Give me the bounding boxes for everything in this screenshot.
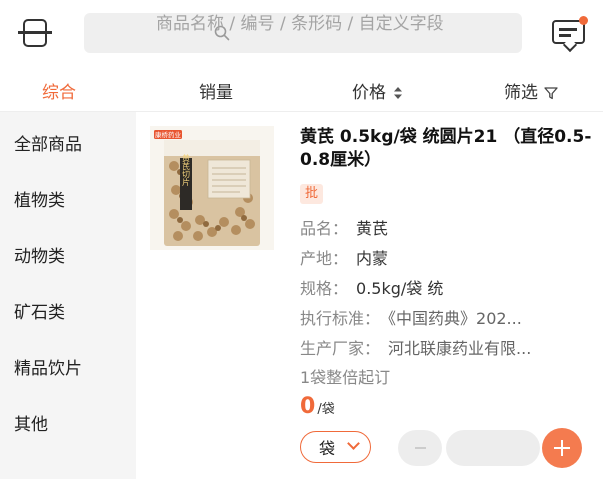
category-premium-slices[interactable]: 精品饮片	[14, 354, 82, 379]
product-price: 0/袋	[300, 394, 335, 419]
attr-spec: 规格： 0.5kg/袋 统	[300, 275, 443, 299]
image-brand-text: 康桥药业	[155, 130, 182, 139]
sort-arrows-icon	[394, 87, 403, 99]
chevron-down-icon	[347, 437, 360, 450]
product-card[interactable]: 康桥药业 黄芪切片 黄芪 0.5kg/袋 统圆片21 （直径0.5-0.8厘米）…	[136, 112, 603, 479]
tab-comprehensive[interactable]: 综合	[42, 78, 76, 103]
tab-filter-label: 筛选	[504, 83, 538, 103]
sort-bar: 综合 销量 价格 筛选	[0, 66, 603, 112]
min-order-note: 1袋整倍起订	[300, 368, 391, 387]
attr-label: 品名：	[300, 219, 349, 238]
tab-filter[interactable]: 筛选	[504, 78, 559, 103]
product-bag-illustration: 康桥药业 黄芪切片	[150, 126, 274, 250]
message-icon[interactable]	[550, 14, 590, 50]
notification-dot	[579, 16, 588, 25]
attr-standard: 执行标准： 《中国药典》202...	[300, 305, 522, 329]
plus-icon[interactable]	[542, 428, 582, 468]
tab-price-label: 价格	[352, 83, 386, 103]
attr-value: 河北联康药业有限...	[388, 339, 532, 358]
price-unit: /袋	[317, 402, 335, 417]
attr-origin: 产地： 内蒙	[300, 245, 388, 269]
product-title[interactable]: 黄芪 0.5kg/袋 统圆片21 （直径0.5-0.8厘米）	[300, 126, 595, 172]
tab-sales[interactable]: 销量	[199, 78, 233, 103]
price-value: 0	[300, 394, 316, 419]
minus-icon[interactable]	[398, 430, 442, 466]
category-other[interactable]: 其他	[14, 410, 48, 435]
category-animal[interactable]: 动物类	[14, 242, 65, 267]
category-sidebar: 全部商品 植物类 动物类 矿石类 精品饮片 其他	[0, 112, 136, 479]
attr-label: 生产厂家：	[300, 339, 381, 358]
attr-name: 品名： 黄芪	[300, 215, 388, 239]
attr-value: 黄芪	[356, 219, 389, 238]
category-mineral[interactable]: 矿石类	[14, 298, 65, 323]
attr-value: 0.5kg/袋 统	[356, 279, 444, 298]
wholesale-badge: 批	[300, 184, 324, 204]
quantity-input[interactable]	[446, 430, 540, 466]
category-all[interactable]: 全部商品	[14, 130, 82, 155]
category-plant[interactable]: 植物类	[14, 186, 65, 211]
attr-manufacturer: 生产厂家： 河北联康药业有限...	[300, 335, 531, 359]
unit-select-value: 袋	[319, 439, 336, 458]
attr-value: 内蒙	[356, 249, 389, 268]
unit-select[interactable]: 袋	[300, 431, 371, 463]
search-placeholder: 商品名称 / 编号 / 条形码 / 自定义字段	[156, 14, 444, 34]
filter-icon	[544, 87, 559, 100]
top-bar: 商品名称 / 编号 / 条形码 / 自定义字段	[0, 0, 603, 66]
tab-price[interactable]: 价格	[352, 78, 403, 103]
attr-label: 执行标准：	[300, 309, 381, 328]
product-image[interactable]: 康桥药业 黄芪切片	[150, 126, 274, 250]
attr-label: 产地：	[300, 249, 349, 268]
image-label-text: 黄芪切片	[182, 153, 191, 187]
scan-icon[interactable]	[18, 17, 52, 49]
attr-label: 规格：	[300, 279, 349, 298]
attr-value: 《中国药典》202...	[388, 309, 522, 328]
